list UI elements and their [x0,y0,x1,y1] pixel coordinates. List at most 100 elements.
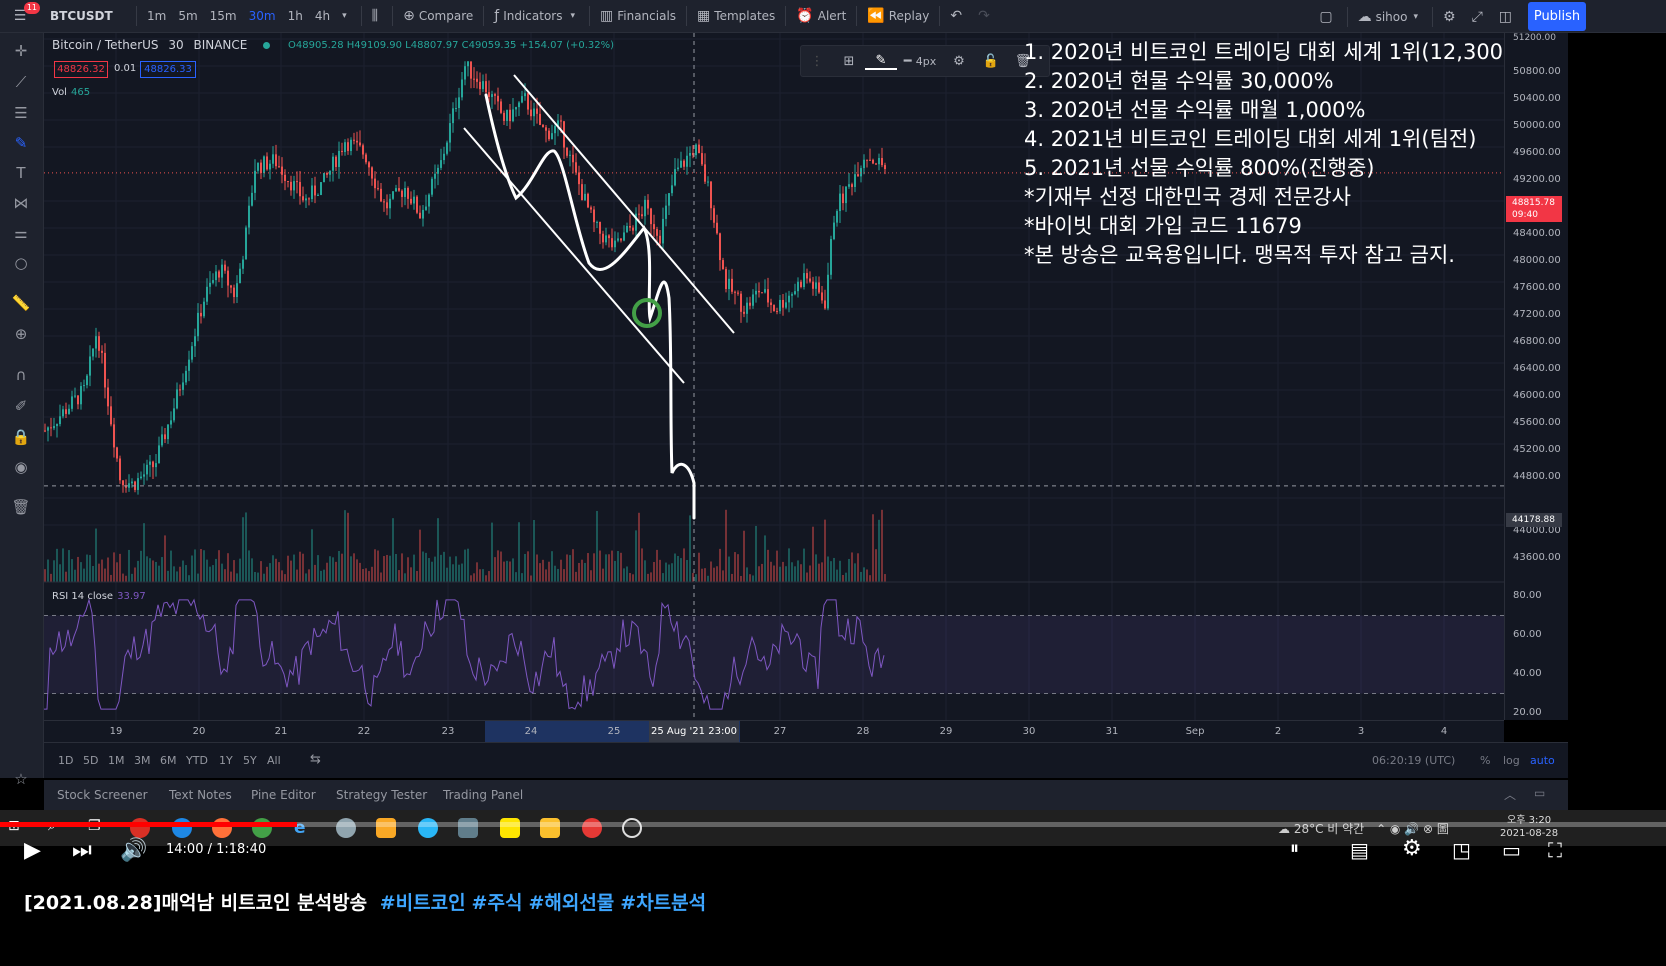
rsi-axis-label: 20.00 [1513,707,1542,718]
buy-button[interactable]: 48826.33 [140,61,196,78]
indicators-button[interactable]: ƒ Indicators ▾ [488,0,585,33]
interval-1m[interactable]: 1m [141,0,172,33]
collapse-icon[interactable]: ︿ [1504,786,1516,803]
theater-mode-icon[interactable]: ▭ [1502,838,1521,862]
panel-tab-stock-screener[interactable]: Stock Screener [57,788,148,802]
video-hashtag[interactable]: #차트분석 [620,892,706,914]
video-hashtag[interactable]: #비트코인 [380,892,466,914]
menu-button[interactable]: ☰ 11 [0,0,44,33]
log-toggle[interactable]: log [1503,754,1520,767]
template-icon[interactable]: ⊞ [833,54,865,69]
interval-30m[interactable]: 30m [243,0,282,33]
range-button-1d[interactable]: 1D [58,754,73,767]
prediction-icon[interactable]: ⚌ [9,222,33,244]
candle-body [599,221,601,234]
lock-icon[interactable]: 🔓 [975,54,1007,69]
layout-name-button[interactable]: ☁ sihoo ▾ [1352,0,1428,33]
goto-date-icon[interactable]: ⇆ [310,752,321,767]
volume-icon[interactable]: 🔊 [120,838,147,863]
redo-button[interactable]: ↷ [972,0,1000,33]
magnet-icon[interactable]: ∩ [9,364,33,386]
undo-button[interactable]: ↶ [944,0,972,33]
fullscreen-icon[interactable]: ⛶ [1548,838,1562,862]
range-button-1m[interactable]: 1M [108,754,125,767]
settings-gear-icon[interactable]: ⚙ [1402,836,1422,861]
cloud-icon: ☁ [1357,8,1372,25]
price-scale[interactable]: 51200.00 50800.00 50400.00 50000.00 49600.0… [1504,33,1568,720]
interval-dropdown[interactable]: ▾ [336,0,357,33]
candle-body [578,172,580,185]
interval-15m[interactable]: 15m [204,0,243,33]
volume-bar [614,560,616,582]
settings-icon[interactable]: ⚙ [943,54,975,69]
panel-tab-text-notes[interactable]: Text Notes [169,788,232,802]
candle-body [440,160,442,168]
video-progress-bar[interactable] [0,822,1666,827]
volume-bar [254,571,256,582]
miniplayer-icon[interactable]: ◳ [1452,838,1471,862]
drag-handle-icon[interactable]: ⋮ [801,54,833,69]
templates-button[interactable]: ▦ Templates [691,0,781,33]
compare-button[interactable]: ⊕ Compare [397,0,479,33]
zoom-icon[interactable]: ⊕ [9,323,33,345]
stay-drawing-icon[interactable]: ✐ [9,395,33,417]
volume-bar [212,565,214,582]
play-icon[interactable]: ▶ [24,838,41,863]
symbol-search[interactable]: BTCUSDT [44,0,132,33]
pattern-icon[interactable]: ⋈ [9,192,33,214]
settings-button[interactable]: ⚙ [1437,0,1466,33]
candle-body [206,286,208,302]
interval-5m[interactable]: 5m [172,0,203,33]
range-button-1y[interactable]: 1Y [219,754,233,767]
interval-4h[interactable]: 4h [309,0,336,33]
utc-clock[interactable]: 06:20:19 (UTC) [1372,754,1455,767]
chart-type-button[interactable]: ⫼ [366,0,388,33]
eye-icon[interactable]: ◉ [9,456,33,478]
text-icon[interactable]: T [9,162,33,184]
subtitles-icon[interactable]: ▤ [1350,838,1369,862]
line-width-button[interactable]: ━ 4px [897,54,943,69]
panel-tab-pine-editor[interactable]: Pine Editor [251,788,316,802]
candle-body [98,336,100,351]
next-icon[interactable]: ⏭ [72,838,92,863]
volume-bar [713,567,715,582]
range-button-5y[interactable]: 5Y [243,754,257,767]
brush-icon[interactable]: ✎ [9,132,33,154]
range-button-all[interactable]: All [267,754,281,767]
maximize-icon[interactable]: ▭ [1534,786,1545,800]
circle-icon[interactable]: ○ [9,252,33,274]
crosshair-icon[interactable]: ✛ [9,40,33,62]
autoplay-toggle[interactable]: ⏸ [1290,838,1299,859]
range-button-5d[interactable]: 5D [83,754,98,767]
volume-bar [194,549,196,582]
star-icon[interactable]: ☆ [9,768,33,790]
range-button-3m[interactable]: 3M [134,754,151,767]
lock-icon[interactable]: 🔒 [9,426,33,448]
video-hashtag[interactable]: #해외선물 [528,892,614,914]
alert-button[interactable]: ⏰ Alert [790,0,852,33]
financials-button[interactable]: ▥ Financials [594,0,682,33]
layout-button[interactable]: ▢ [1313,0,1342,33]
percent-toggle[interactable]: % [1480,754,1490,767]
range-button-6m[interactable]: 6M [160,754,177,767]
video-hashtag[interactable]: #주식 [472,892,523,914]
publish-button[interactable]: Publish [1528,2,1586,31]
trend-line-icon[interactable]: ⟋ [9,71,33,93]
sell-button[interactable]: 48826.32 [54,61,108,78]
time-scale[interactable]: 19 20 21 22 23 24 25 27 28 29 30 31 Sep 2 3 4 25 Aug '2… [44,720,1504,743]
panel-tab-trading-panel[interactable]: Trading Panel [443,788,523,802]
fib-icon[interactable]: ☰ [9,102,33,124]
replay-button[interactable]: ⏪ Replay [861,0,935,33]
vol-value: 465 [70,87,91,98]
trash-icon[interactable]: 🗑 [9,496,33,518]
auto-toggle[interactable]: auto [1530,754,1555,767]
fullscreen-button[interactable]: ⤢ [1466,0,1493,33]
panel-tab-strategy-tester[interactable]: Strategy Tester [336,788,427,802]
range-button-ytd[interactable]: YTD [186,754,208,767]
ruler-icon[interactable]: 📏 [9,292,33,314]
snapshot-button[interactable]: ◫ [1493,0,1522,33]
interval-1h[interactable]: 1h [282,0,309,33]
price-axis-label: 45600.00 [1513,417,1561,428]
pen-color-icon[interactable]: ✎ [865,53,897,70]
volume-bar [248,550,250,582]
